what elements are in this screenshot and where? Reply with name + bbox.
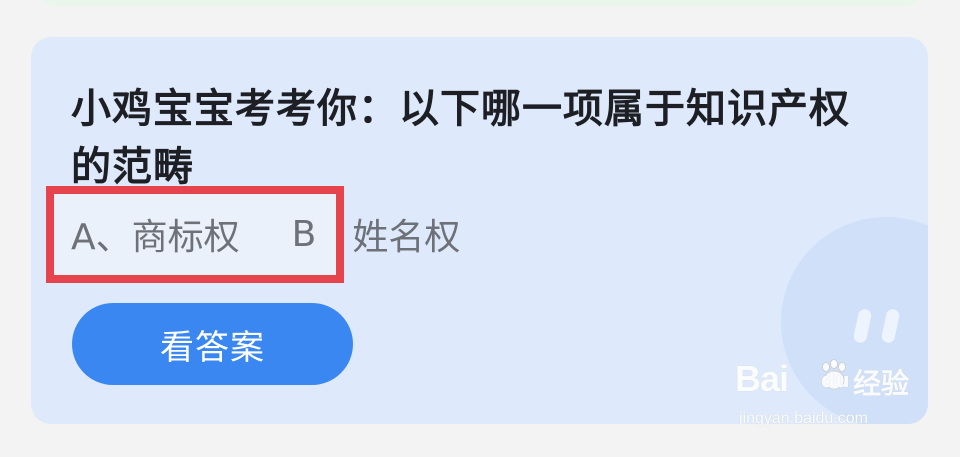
option-b-text[interactable]: 姓名权	[352, 208, 460, 260]
baidu-watermark: Bai du 经验 jingyan.baidu.com	[735, 358, 915, 438]
watermark-logo: Bai	[735, 358, 789, 399]
mascot-eye-left	[852, 308, 873, 344]
watermark-logo-suffix: du	[821, 368, 850, 392]
question-text: 小鸡宝宝考考你：以下哪一项属于知识产权的范畴	[71, 86, 850, 190]
view-answer-button[interactable]: 看答案	[72, 303, 353, 385]
option-b-letter[interactable]: B	[292, 214, 317, 255]
watermark-product: 经验	[853, 367, 910, 400]
option-a[interactable]: A、商标权	[71, 208, 240, 260]
previous-card-edge	[42, 0, 920, 6]
options-row: A、商标权 B 姓名权	[69, 208, 460, 260]
watermark-url: jingyan.baidu.com	[739, 410, 868, 427]
mascot-eye-right	[880, 308, 901, 344]
